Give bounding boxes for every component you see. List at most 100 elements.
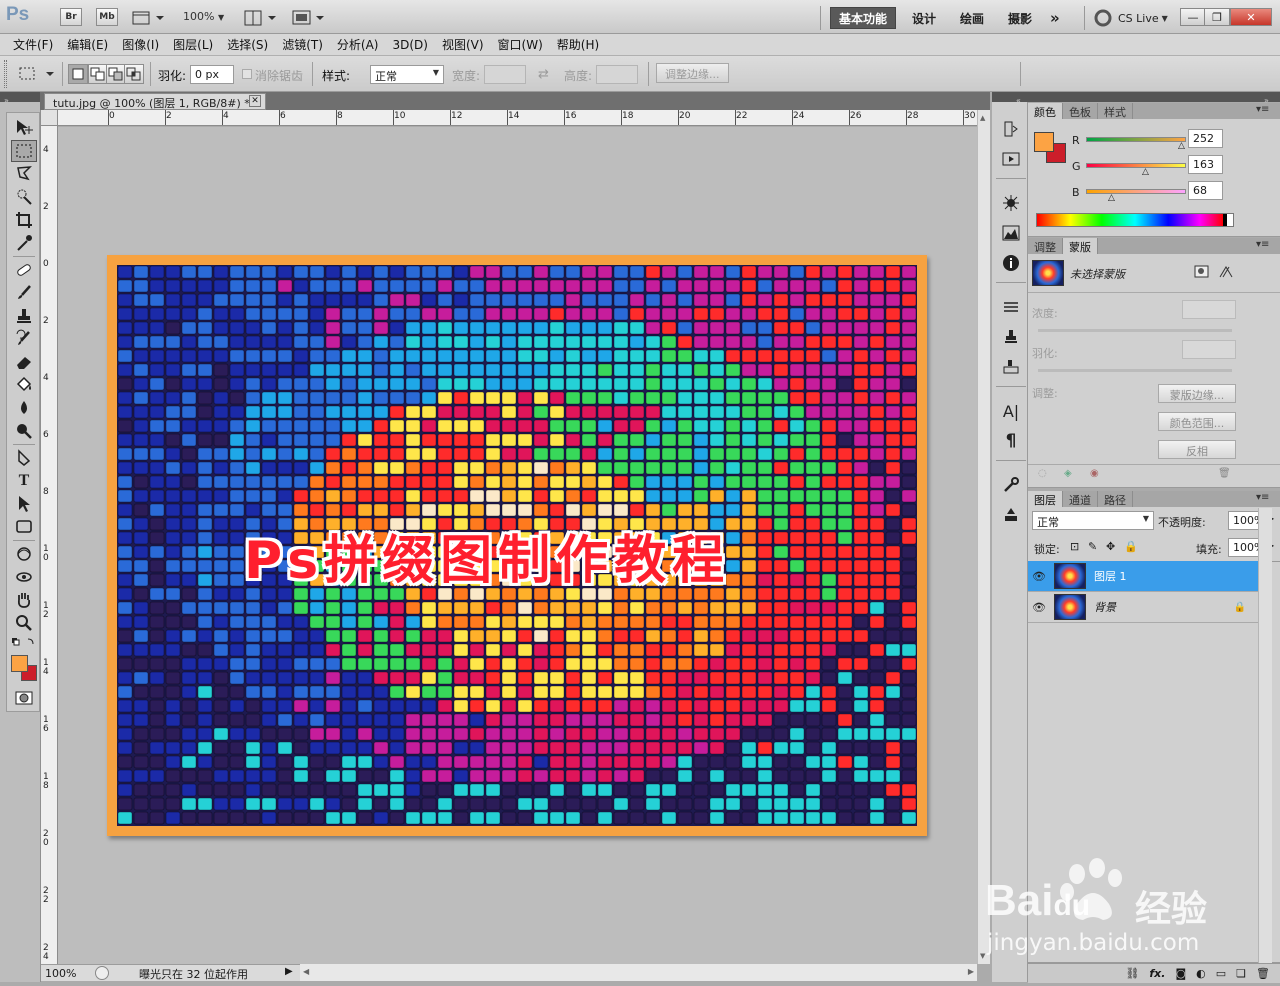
green-slider-thumb-icon[interactable]: △ xyxy=(1142,167,1149,177)
menu-window[interactable]: 窗口(W) xyxy=(491,36,550,53)
options-bar-grip[interactable] xyxy=(4,60,7,88)
blue-slider-thumb-icon[interactable]: △ xyxy=(1108,193,1115,203)
move-tool[interactable] xyxy=(11,117,37,139)
mask-feather-input[interactable] xyxy=(1182,340,1236,359)
tab-channels[interactable]: 通道 xyxy=(1063,491,1098,507)
workspace-design[interactable]: 设计 xyxy=(904,7,944,29)
red-slider-thumb-icon[interactable]: △ xyxy=(1178,141,1185,151)
view-extras-button[interactable] xyxy=(132,9,166,27)
tab-color[interactable]: 颜色 xyxy=(1028,103,1063,119)
lock-position-icon[interactable]: ✥ xyxy=(1106,540,1115,553)
close-button[interactable]: ✕ xyxy=(1230,8,1272,26)
red-value-input[interactable]: 252 xyxy=(1188,129,1223,148)
style-dropdown[interactable]: 正常 ▼ xyxy=(370,65,444,84)
add-to-selection-button[interactable] xyxy=(88,64,108,84)
apply-mask-icon[interactable]: ◈ xyxy=(1064,468,1072,479)
toolbox-header[interactable]: » xyxy=(0,92,40,105)
layer-row-layer1[interactable]: 👁 图层 1 xyxy=(1028,561,1258,592)
feather-slider[interactable] xyxy=(1038,369,1232,372)
brush-presets-panel-icon[interactable] xyxy=(1000,296,1022,318)
disable-mask-icon[interactable]: ◉ xyxy=(1090,468,1099,479)
tab-adjustments[interactable]: 调整 xyxy=(1028,238,1063,254)
3d-orbit-tool[interactable] xyxy=(11,566,37,588)
lock-image-icon[interactable]: ✎ xyxy=(1088,540,1097,553)
menu-analysis[interactable]: 分析(A) xyxy=(330,36,386,53)
arrange-documents-button[interactable] xyxy=(244,9,278,27)
new-selection-button[interactable] xyxy=(68,64,88,84)
add-pixel-mask-button[interactable] xyxy=(1194,265,1210,279)
tool-presets-panel-icon[interactable] xyxy=(1000,356,1022,378)
lasso-tool[interactable] xyxy=(11,163,37,185)
visibility-eye-icon[interactable]: 👁 xyxy=(1028,601,1050,614)
blur-tool[interactable] xyxy=(11,397,37,419)
clone-stamp-tool[interactable] xyxy=(11,305,37,327)
menu-file[interactable]: 文件(F) xyxy=(6,36,60,53)
spot-healing-tool[interactable] xyxy=(11,259,37,281)
screen-mode-button[interactable] xyxy=(292,9,326,27)
menu-view[interactable]: 视图(V) xyxy=(435,36,491,53)
foreground-color-swatch[interactable] xyxy=(1034,132,1054,152)
scroll-left-icon[interactable]: ◀ xyxy=(303,967,309,976)
cs-live-button[interactable]: CS Live ▼ xyxy=(1094,9,1168,27)
swap-dimensions-icon[interactable]: ⇄ xyxy=(538,67,549,82)
color-spectrum-ramp[interactable] xyxy=(1036,213,1234,227)
antialias-checkbox[interactable] xyxy=(242,69,252,79)
document-tab[interactable]: tutu.jpg @ 100% (图层 1, RGB/8#) * ✕ xyxy=(44,93,266,110)
status-zoom[interactable]: 100% xyxy=(45,967,76,980)
tools-panel-icon[interactable] xyxy=(1000,474,1022,496)
green-slider[interactable] xyxy=(1086,163,1186,168)
menu-layer[interactable]: 图层(L) xyxy=(166,36,220,53)
height-input[interactable] xyxy=(596,65,638,84)
clone-source-panel-icon[interactable] xyxy=(1000,326,1022,348)
menu-image[interactable]: 图像(I) xyxy=(115,36,166,53)
minimize-button[interactable]: — xyxy=(1180,8,1206,26)
color-range-button[interactable]: 颜色范围... xyxy=(1158,412,1236,431)
width-input[interactable] xyxy=(484,65,526,84)
hand-tool[interactable] xyxy=(11,589,37,611)
menu-help[interactable]: 帮助(H) xyxy=(550,36,606,53)
panel-menu-icon[interactable]: ▾≡ xyxy=(1256,492,1269,503)
3d-panel-icon[interactable] xyxy=(1000,192,1022,214)
invert-button[interactable]: 反相 xyxy=(1158,440,1236,459)
quick-selection-tool[interactable] xyxy=(11,186,37,208)
rectangle-tool[interactable] xyxy=(11,516,37,538)
character-panel-icon[interactable]: A| xyxy=(1000,400,1022,422)
tool-preset-picker[interactable] xyxy=(16,64,58,84)
status-menu-arrow-icon[interactable]: ▶ xyxy=(285,966,293,977)
refine-edge-button[interactable]: 调整边缘... xyxy=(656,63,729,83)
visibility-eye-icon[interactable]: 👁 xyxy=(1028,570,1050,583)
path-selection-tool[interactable] xyxy=(11,493,37,515)
paint-bucket-tool[interactable] xyxy=(11,374,37,396)
green-value-input[interactable]: 163 xyxy=(1188,155,1223,174)
eyedropper-tool[interactable] xyxy=(11,232,37,254)
delete-layer-icon[interactable]: 🗑 xyxy=(1256,967,1270,980)
crop-tool[interactable] xyxy=(11,209,37,231)
quick-mask-button[interactable] xyxy=(11,687,37,709)
status-info-icon[interactable] xyxy=(95,966,109,980)
tab-swatches[interactable]: 色板 xyxy=(1063,103,1098,119)
workspace-photography[interactable]: 摄影 xyxy=(1000,7,1040,29)
panel-menu-icon[interactable]: ▾≡ xyxy=(1256,104,1269,115)
intersect-selection-button[interactable] xyxy=(124,64,144,84)
add-vector-mask-button[interactable] xyxy=(1218,265,1234,279)
subtract-from-selection-button[interactable] xyxy=(106,64,126,84)
blue-value-input[interactable]: 68 xyxy=(1188,181,1223,200)
horizontal-scrollbar[interactable]: ◀ ▶ xyxy=(300,964,977,981)
zoom-level-dropdown[interactable]: 100% ▼ xyxy=(183,10,224,23)
bridge-button[interactable]: Br xyxy=(60,8,82,26)
red-slider[interactable] xyxy=(1086,137,1186,142)
history-panel-icon[interactable] xyxy=(1000,118,1022,140)
tab-paths[interactable]: 路径 xyxy=(1098,491,1133,507)
tab-styles[interactable]: 样式 xyxy=(1098,103,1133,119)
trash-icon[interactable]: 🗑 xyxy=(1218,468,1231,479)
zoom-tool[interactable] xyxy=(11,612,37,634)
close-document-icon[interactable]: ✕ xyxy=(249,95,261,107)
actions-panel-icon[interactable] xyxy=(1000,148,1022,170)
blue-slider[interactable] xyxy=(1086,189,1186,194)
workspace-painting[interactable]: 绘画 xyxy=(952,7,992,29)
default-colors-button[interactable] xyxy=(11,637,37,649)
3d-rotate-tool[interactable] xyxy=(11,543,37,565)
dodge-tool[interactable] xyxy=(11,420,37,442)
ruler-origin[interactable] xyxy=(41,110,58,126)
mini-bridge-button[interactable]: Mb xyxy=(96,8,118,26)
